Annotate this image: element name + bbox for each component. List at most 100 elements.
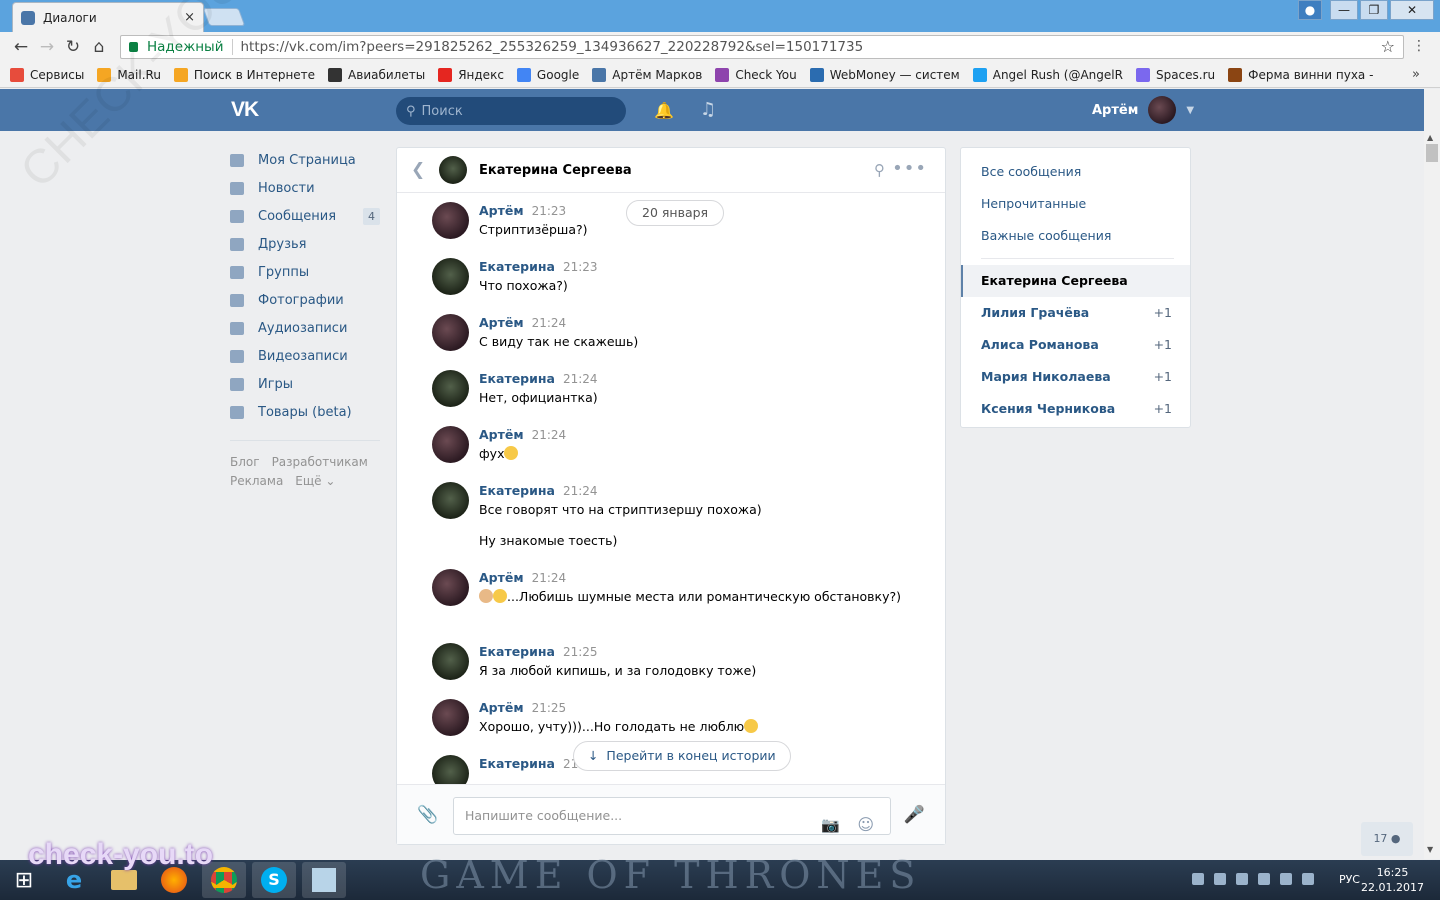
bookmark-star-icon[interactable]: ☆ bbox=[1381, 37, 1395, 56]
all-messages-link[interactable]: Все сообщения bbox=[961, 156, 1190, 188]
tray-icon[interactable] bbox=[1236, 873, 1248, 885]
bell-icon[interactable]: 🔔 bbox=[654, 101, 674, 120]
conversation-item[interactable]: Лилия Грачёва +1 bbox=[961, 297, 1190, 329]
minimize-button[interactable]: — bbox=[1330, 0, 1358, 20]
message-item[interactable]: Екатерина 21:25 Я за любой кипишь, и за го… bbox=[432, 643, 912, 680]
vk-logo[interactable]: VK bbox=[231, 98, 259, 122]
bookmark-item[interactable]: Check You bbox=[715, 67, 797, 82]
maximize-button[interactable]: ❐ bbox=[1360, 0, 1388, 20]
left-nav-item[interactable]: Аудиозаписи bbox=[230, 314, 380, 342]
clock[interactable]: 16:25 22.01.2017 bbox=[1361, 865, 1424, 895]
back-arrow-icon[interactable]: ❮ bbox=[411, 160, 439, 180]
message-item[interactable]: Артём 21:25 Хорошо, учту)))...Но голодать … bbox=[432, 699, 912, 736]
message-author[interactable]: Екатерина bbox=[479, 756, 555, 771]
message-author[interactable]: Артём bbox=[479, 427, 524, 442]
avatar[interactable] bbox=[432, 258, 469, 295]
forward-icon[interactable]: → bbox=[34, 37, 60, 57]
skype-taskbar-button[interactable]: S bbox=[252, 862, 296, 898]
left-nav-item[interactable]: Сообщения 4 bbox=[230, 202, 380, 230]
flag-icon[interactable] bbox=[1258, 873, 1270, 885]
avatar[interactable] bbox=[432, 426, 469, 463]
avatar[interactable] bbox=[432, 370, 469, 407]
emoji-icon[interactable]: ☺ bbox=[857, 807, 874, 843]
bookmark-item[interactable]: Авиабилеты bbox=[328, 67, 425, 82]
conversation-item[interactable]: Екатерина Сергеева bbox=[961, 265, 1190, 297]
microphone-icon[interactable]: 🎤 bbox=[904, 805, 925, 825]
search-icon[interactable]: ⚲ bbox=[874, 161, 885, 179]
volume-icon[interactable] bbox=[1302, 873, 1314, 885]
avatar[interactable] bbox=[432, 699, 469, 736]
left-nav-item[interactable]: Группы bbox=[230, 258, 380, 286]
left-nav-item[interactable]: Игры bbox=[230, 370, 380, 398]
footer-link[interactable]: Реклама bbox=[230, 474, 283, 488]
message-author[interactable]: Екатерина bbox=[479, 371, 555, 386]
avatar[interactable] bbox=[432, 482, 469, 519]
scroll-thumb[interactable] bbox=[1426, 144, 1438, 162]
more-icon[interactable]: ••• bbox=[892, 158, 927, 179]
message-author[interactable]: Артём bbox=[479, 570, 524, 585]
attach-icon[interactable]: 📎 bbox=[417, 805, 438, 825]
avatar[interactable] bbox=[432, 569, 469, 606]
search-input[interactable]: ⚲ Поиск bbox=[396, 97, 626, 125]
bookmark-item[interactable]: Angel Rush (@AngelR bbox=[972, 67, 1123, 82]
message-author[interactable]: Артём bbox=[479, 315, 524, 330]
online-friends-button[interactable]: 17 ● bbox=[1361, 822, 1413, 856]
chrome-menu-icon[interactable]: ⋮ bbox=[1412, 38, 1426, 54]
message-author[interactable]: Артём bbox=[479, 203, 524, 218]
left-nav-item[interactable]: Новости bbox=[230, 174, 380, 202]
bookmark-item[interactable]: Ферма винни пуха - bbox=[1228, 67, 1373, 82]
avatar[interactable] bbox=[439, 156, 467, 184]
address-bar[interactable]: Надежный https://vk.com/im?peers=2918252… bbox=[120, 35, 1404, 59]
message-input[interactable]: Напишите сообщение... 📷 ☺ bbox=[453, 797, 891, 835]
scroll-up-icon[interactable]: ▲ bbox=[1427, 133, 1433, 142]
message-item[interactable]: Екатерина 21:24 Все говорят что на стрипти… bbox=[432, 482, 912, 550]
notes-taskbar-button[interactable] bbox=[302, 862, 346, 898]
bookmark-item[interactable]: Артём Марков bbox=[592, 67, 702, 82]
conversation-item[interactable]: Мария Николаева +1 bbox=[961, 361, 1190, 393]
scroll-down-icon[interactable]: ▼ bbox=[1427, 845, 1433, 854]
message-item[interactable]: Екатерина 21:23 Что похожа?) bbox=[432, 258, 912, 295]
back-icon[interactable]: ← bbox=[8, 37, 34, 57]
music-icon[interactable]: ♫ bbox=[700, 99, 716, 120]
left-nav-item[interactable]: Видеозаписи bbox=[230, 342, 380, 370]
home-icon[interactable]: ⌂ bbox=[86, 37, 112, 57]
bookmark-item[interactable]: Сервисы bbox=[10, 67, 84, 82]
message-item[interactable]: Артём 21:24 С виду так не скажешь) bbox=[432, 314, 912, 351]
left-nav-item[interactable]: Моя Страница bbox=[230, 146, 380, 174]
footer-link[interactable]: Блог bbox=[230, 455, 260, 469]
avatar[interactable] bbox=[432, 314, 469, 351]
message-history[interactable]: 20 января Артём 21:23 Стриптизёрша?) Екатер… bbox=[397, 194, 945, 784]
left-nav-item[interactable]: Друзья bbox=[230, 230, 380, 258]
avatar[interactable] bbox=[432, 755, 469, 784]
important-link[interactable]: Важные сообщения bbox=[961, 220, 1190, 252]
message-item[interactable]: Артём 21:24 ...Любишь шумные места или ром… bbox=[432, 569, 912, 606]
page-scrollbar[interactable]: ▲ ▼ bbox=[1424, 89, 1440, 859]
profile-icon[interactable]: ● bbox=[1298, 0, 1322, 20]
message-author[interactable]: Екатерина bbox=[479, 483, 555, 498]
bookmark-item[interactable]: Поиск в Интернете bbox=[173, 67, 315, 82]
avatar[interactable] bbox=[432, 643, 469, 680]
network-icon[interactable] bbox=[1280, 873, 1292, 885]
message-author[interactable]: Екатерина bbox=[479, 259, 555, 274]
jump-to-end-button[interactable]: ↓ Перейти в конец истории bbox=[573, 741, 791, 771]
left-nav-item[interactable]: Фотографии bbox=[230, 286, 380, 314]
message-item[interactable]: Екатерина 21:24 Нет, официантка) bbox=[432, 370, 912, 407]
footer-link[interactable]: Разработчикам bbox=[272, 455, 368, 469]
message-author[interactable]: Екатерина bbox=[479, 644, 555, 659]
camera-icon[interactable]: 📷 bbox=[821, 807, 840, 843]
bookmark-item[interactable]: Яндекс bbox=[438, 67, 504, 82]
bookmarks-more-icon[interactable]: » bbox=[1412, 67, 1420, 82]
language-indicator[interactable]: РУС bbox=[1339, 873, 1360, 886]
dialog-title[interactable]: Екатерина Сергеева bbox=[479, 163, 632, 178]
footer-link[interactable]: Ещё ⌄ bbox=[295, 474, 335, 488]
bookmark-item[interactable]: Google bbox=[516, 67, 579, 82]
tray-icon[interactable] bbox=[1214, 873, 1226, 885]
tray-icon[interactable] bbox=[1192, 873, 1204, 885]
unread-link[interactable]: Непрочитанные bbox=[961, 188, 1190, 220]
avatar[interactable] bbox=[432, 202, 469, 239]
left-nav-item[interactable]: Товары (beta) bbox=[230, 398, 380, 426]
user-menu[interactable]: Артём ▼ bbox=[1092, 96, 1194, 124]
close-window-button[interactable]: ✕ bbox=[1390, 0, 1434, 20]
message-author[interactable]: Артём bbox=[479, 700, 524, 715]
bookmark-item[interactable]: WebMoney — систем bbox=[809, 67, 960, 82]
